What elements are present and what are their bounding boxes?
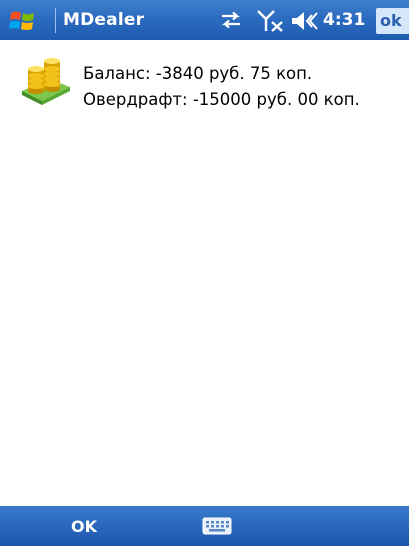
title-bar: MDealer 4:31 ok [0, 0, 409, 40]
main-content: Баланс: -3840 руб. 75 коп. Овердрафт: -1… [0, 40, 409, 506]
ok-button[interactable]: ok [376, 8, 409, 34]
no-signal-icon[interactable] [256, 9, 286, 33]
volume-icon[interactable] [290, 10, 320, 32]
connectivity-icon[interactable] [219, 11, 243, 29]
coins-icon [22, 58, 70, 105]
balance-text: Баланс: -3840 руб. 75 коп. [83, 64, 313, 83]
menu-bar: OK [0, 506, 409, 546]
title-separator [55, 8, 56, 33]
clock[interactable]: 4:31 [323, 10, 365, 30]
left-softkey-ok[interactable]: OK [71, 517, 97, 536]
keyboard-icon[interactable] [202, 516, 232, 536]
app-title: MDealer [63, 10, 145, 30]
overdraft-text: Овердрафт: -15000 руб. 00 коп. [83, 90, 360, 109]
windows-start-icon[interactable] [8, 9, 36, 33]
